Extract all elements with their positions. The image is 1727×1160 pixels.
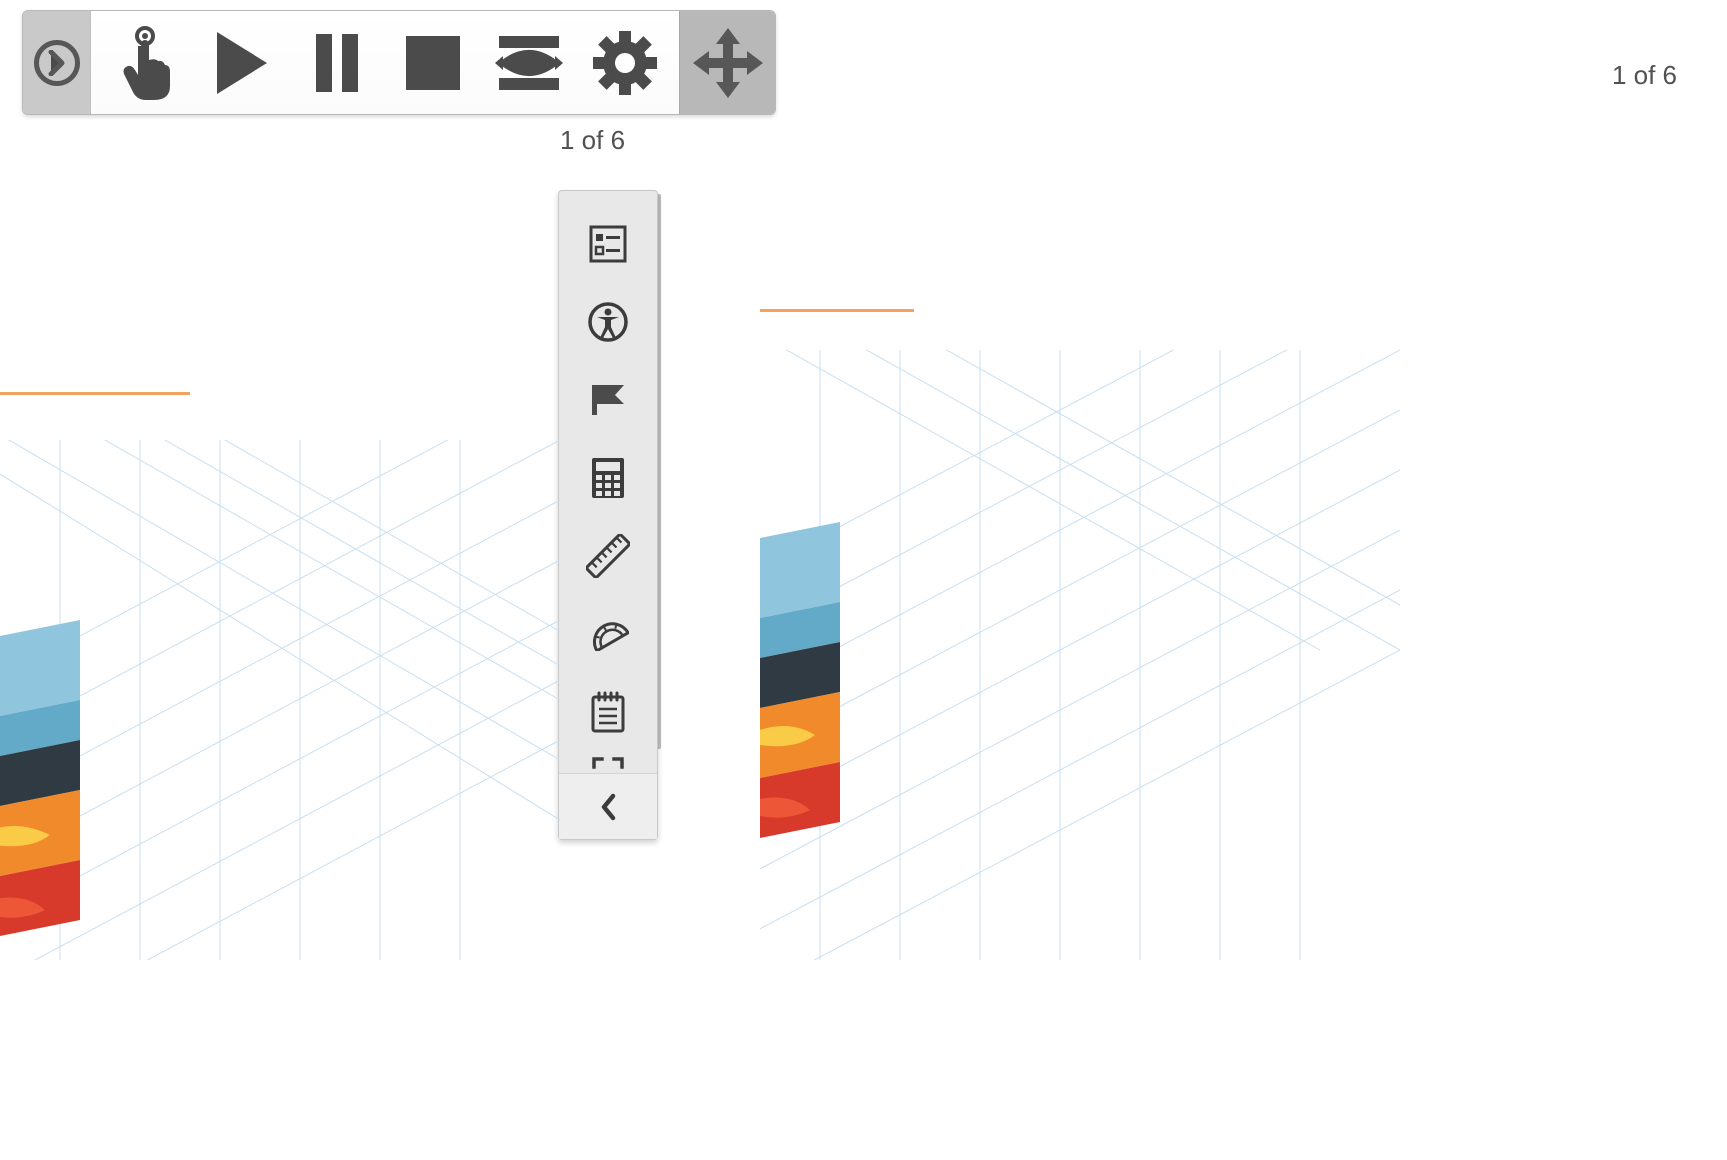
tools-sidebar xyxy=(558,190,658,840)
protractor-button[interactable] xyxy=(559,595,657,673)
stop-icon xyxy=(404,34,462,92)
accessibility-button[interactable] xyxy=(559,283,657,361)
pause-button[interactable] xyxy=(289,11,385,114)
play-button[interactable] xyxy=(193,11,289,114)
chevron-left-icon xyxy=(599,793,617,821)
touch-button[interactable] xyxy=(97,11,193,114)
notepad-button[interactable] xyxy=(559,673,657,751)
divider-right xyxy=(760,309,914,312)
recorder-toolbar xyxy=(22,10,776,115)
review-button[interactable] xyxy=(481,11,577,114)
notepad-icon xyxy=(590,691,626,733)
protractor-icon xyxy=(587,617,629,651)
collapse-button[interactable] xyxy=(559,773,657,839)
expand-recorder-button[interactable] xyxy=(23,11,91,114)
gear-icon xyxy=(592,30,658,96)
page-counter-left: 1 of 6 xyxy=(560,125,625,156)
calculator-icon xyxy=(591,457,625,499)
move-arrows-icon xyxy=(689,24,767,102)
recorder-tools xyxy=(91,11,679,114)
ruler-icon xyxy=(586,534,630,578)
fullscreen-corners-icon xyxy=(590,753,626,773)
play-icon xyxy=(211,30,271,96)
flag-icon xyxy=(588,383,628,417)
calculator-button[interactable] xyxy=(559,439,657,517)
settings-button[interactable] xyxy=(577,11,673,114)
chevron-right-icon xyxy=(34,40,80,86)
divider-left xyxy=(0,392,190,395)
references-button[interactable] xyxy=(559,205,657,283)
eye-scan-icon xyxy=(493,34,565,92)
earth-layers-illustration-right xyxy=(760,350,1400,960)
move-toolbar-button[interactable] xyxy=(679,11,775,114)
list-panel-icon xyxy=(589,225,627,263)
ruler-button[interactable] xyxy=(559,517,657,595)
fullscreen-button[interactable] xyxy=(559,751,657,773)
page-counter-right: 1 of 6 xyxy=(1612,60,1677,91)
bookmark-button[interactable] xyxy=(559,361,657,439)
earth-layers-illustration-left xyxy=(0,440,560,960)
pause-icon xyxy=(312,32,362,94)
stop-button[interactable] xyxy=(385,11,481,114)
accessibility-icon xyxy=(587,301,629,343)
touch-icon xyxy=(116,24,174,102)
